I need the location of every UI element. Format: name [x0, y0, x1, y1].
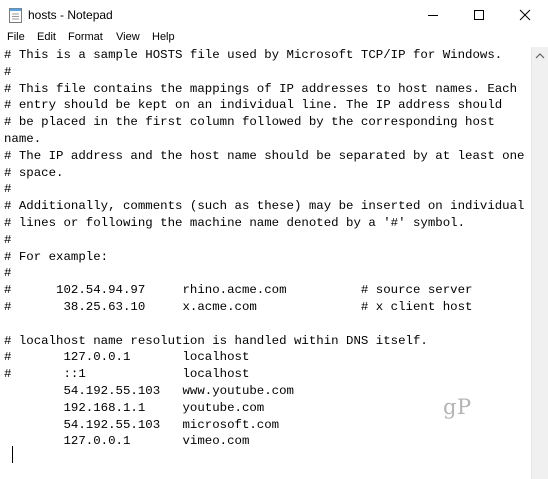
text-line: # space.	[4, 165, 64, 180]
text-line: 127.0.0.1 vimeo.com	[4, 434, 250, 449]
text-line: 54.192.55.103 www.youtube.com	[4, 384, 294, 398]
text-cursor	[12, 446, 13, 463]
text-line: # 127.0.0.1 localhost	[4, 350, 250, 365]
minimize-button[interactable]	[410, 0, 456, 30]
text-line: # The IP address and the host name shoul…	[4, 148, 525, 163]
text-line: #	[4, 182, 12, 197]
title-bar[interactable]: hosts - Notepad	[0, 0, 548, 30]
vertical-scrollbar[interactable]	[531, 47, 548, 479]
text-line: # Additionally, comments (such as these)…	[4, 199, 525, 214]
menu-edit[interactable]: Edit	[37, 31, 56, 43]
maximize-button[interactable]	[456, 0, 502, 30]
menu-file[interactable]: File	[7, 31, 25, 43]
text-line: # be placed in the first column followed…	[4, 115, 495, 130]
watermark-logo: gP	[443, 395, 472, 419]
text-line: # 102.54.94.97 rhino.acme.com # source s…	[4, 283, 473, 298]
close-button[interactable]	[502, 0, 548, 30]
text-line: # 38.25.63.10 x.acme.com # x client host	[4, 300, 473, 314]
close-icon	[519, 9, 531, 21]
scroll-up-arrow-icon	[535, 53, 545, 59]
menu-view[interactable]: View	[116, 31, 140, 43]
text-line: 192.168.1.1 youtube.com	[4, 400, 265, 415]
minimize-icon	[428, 15, 438, 16]
window-title: hosts - Notepad	[28, 8, 113, 22]
notepad-window: hosts - Notepad File Edit Format View He…	[0, 0, 548, 479]
text-line: #	[4, 266, 12, 281]
text-line: # lines or following the machine name de…	[4, 216, 466, 230]
text-line: # localhost name resolution is handled w…	[4, 333, 428, 348]
text-line: #	[4, 64, 12, 79]
menu-help[interactable]: Help	[152, 31, 175, 43]
text-editor[interactable]: # This is a sample HOSTS file used by Mi…	[0, 47, 531, 479]
text-line: # This file contains the mappings of IP …	[4, 81, 518, 96]
text-line: # ::1 localhost	[4, 367, 250, 382]
menu-format[interactable]: Format	[68, 31, 103, 43]
maximize-icon	[474, 10, 484, 20]
text-line: # For example:	[4, 249, 109, 264]
notepad-icon	[9, 7, 22, 23]
scroll-up-button[interactable]	[532, 47, 548, 64]
text-line: #	[4, 232, 12, 247]
text-line: # entry should be kept on an individual …	[4, 98, 503, 113]
menu-bar: File Edit Format View Help	[0, 30, 548, 47]
text-line: # This is a sample HOSTS file used by Mi…	[4, 48, 503, 62]
text-line: 54.192.55.103 microsoft.com	[4, 417, 280, 432]
text-line: name.	[4, 132, 42, 146]
